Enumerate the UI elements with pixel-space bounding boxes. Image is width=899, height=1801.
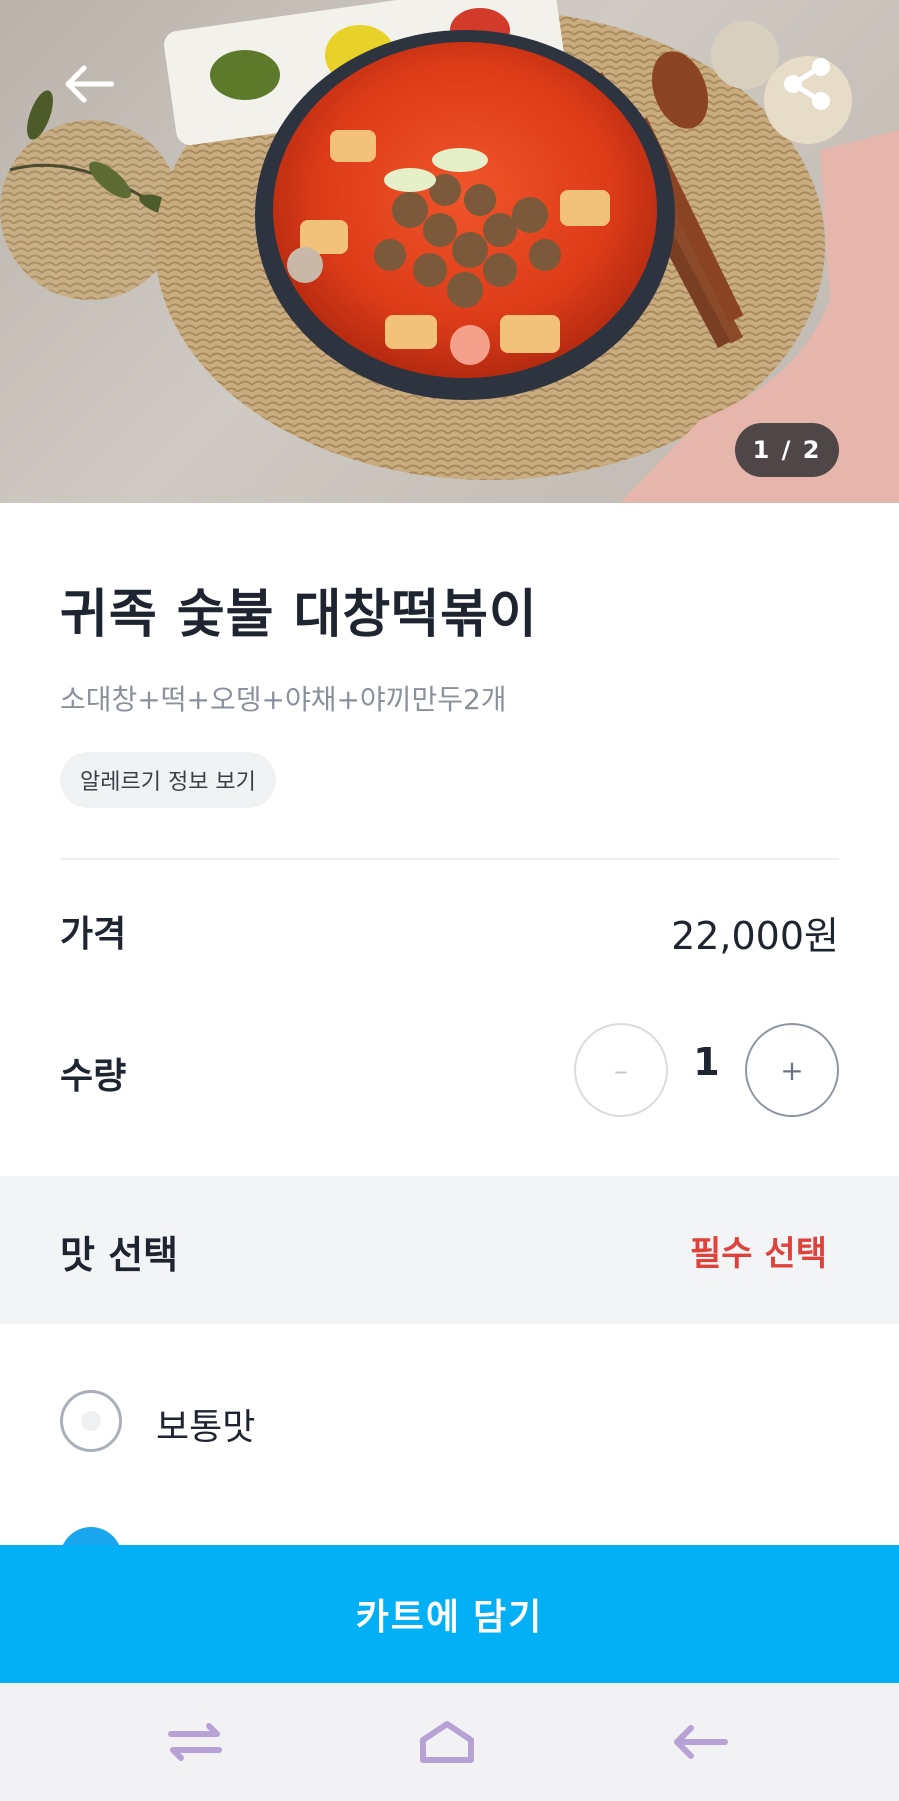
back-button[interactable] — [48, 44, 128, 124]
option-item[interactable]: 보통맛 — [0, 1358, 899, 1482]
home-icon — [420, 1721, 474, 1763]
recent-apps-icon — [168, 1723, 222, 1761]
quantity-label: 수량 — [60, 1056, 127, 1097]
home-button[interactable] — [402, 1707, 492, 1777]
option-group-title: 맛 선택 — [60, 1233, 179, 1277]
system-back-button[interactable] — [654, 1707, 744, 1777]
recent-apps-button[interactable] — [150, 1707, 240, 1777]
quantity-increase-button[interactable]: + — [745, 1023, 839, 1117]
price-value: 22,000원 — [671, 914, 839, 958]
allergy-info-button[interactable]: 알레르기 정보 보기 — [60, 752, 276, 808]
product-title: 귀족 숯불 대창떡볶이 — [60, 585, 538, 645]
required-badge: 필수 선택 — [690, 1234, 827, 1274]
add-to-cart-button[interactable]: 카트에 담기 — [0, 1545, 899, 1683]
share-button[interactable] — [768, 44, 848, 124]
product-description: 소대창+떡+오뎅+야채+야끼만두2개 — [60, 683, 507, 716]
radio-dot — [81, 1411, 101, 1431]
image-page-indicator: 1 / 2 — [735, 423, 839, 477]
back-icon — [674, 1725, 728, 1759]
quantity-value: 1 — [693, 1040, 720, 1084]
share-icon — [784, 58, 830, 110]
divider — [60, 858, 839, 860]
system-navigation-bar — [0, 1683, 899, 1801]
arrow-left-icon — [65, 65, 114, 103]
price-label: 가격 — [60, 914, 127, 955]
quantity-decrease-button[interactable]: – — [574, 1023, 668, 1117]
option-group-header: 맛 선택 필수 선택 — [0, 1176, 899, 1324]
radio-button[interactable] — [60, 1390, 122, 1452]
product-image-carousel[interactable]: 1 / 2 — [0, 0, 899, 503]
option-label: 보통맛 — [156, 1407, 256, 1448]
